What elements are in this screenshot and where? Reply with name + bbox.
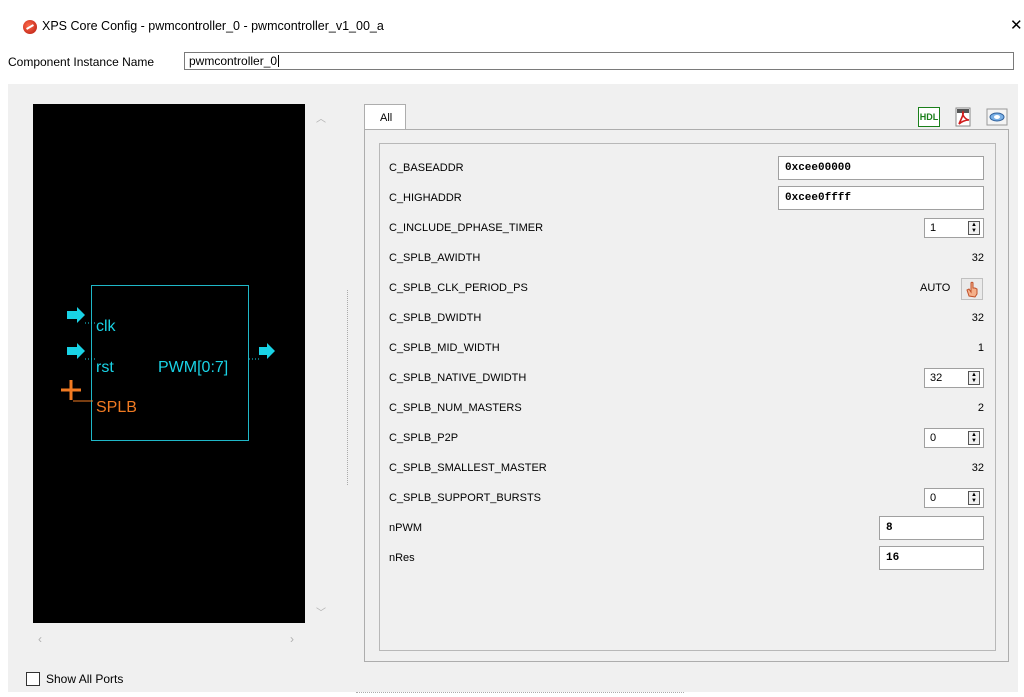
rst-port-label: rst [96,359,114,376]
instance-name-label: Component Instance Name [8,55,155,69]
param-value-spinner[interactable]: 0 ▲ ▼ [924,488,984,508]
param-name: nRes [389,552,415,564]
param-name: C_INCLUDE_DPHASE_TIMER [389,222,544,234]
spinner-value: 0 [930,492,937,504]
spinner-arrows-icon[interactable]: ▲ ▼ [968,221,980,235]
param-name: C_SPLB_CLK_PERIOD_PS [389,282,528,294]
param-row: C_BASEADDR 0xcee00000 [389,156,989,180]
param-value-text: 2 [977,402,984,414]
spinner-value: 32 [930,372,943,384]
param-row: C_SPLB_DWIDTH 32 [389,308,989,330]
param-value-spinner[interactable]: 0 ▲ ▼ [924,428,984,448]
param-row: C_SPLB_CLK_PERIOD_PS AUTO [389,278,989,300]
param-name: C_SPLB_SUPPORT_BURSTS [389,492,542,504]
spinner-arrows-icon[interactable]: ▲ ▼ [968,371,980,385]
param-row: C_INCLUDE_DPHASE_TIMER 1 ▲ ▼ [389,218,989,240]
spinner-value: 1 [930,222,937,234]
param-value-input[interactable]: 0xcee0ffff [778,186,984,210]
param-value-input[interactable]: 16 [879,546,984,570]
param-value-spinner[interactable]: 1 ▲ ▼ [924,218,984,238]
pwm-output-arrow-icon [249,343,275,360]
spinner-value: 0 [930,432,937,444]
param-row: C_HIGHADDR 0xcee0ffff [389,186,989,210]
param-name: C_SPLB_NATIVE_DWIDTH [389,372,527,384]
spinner-arrows-icon[interactable]: ▲ ▼ [968,491,980,505]
diagram-scroll-left-icon[interactable]: ‹ [38,632,42,646]
param-value-spinner[interactable]: 32 ▲ ▼ [924,368,984,388]
splb-port-label: SPLB [96,399,137,416]
vertical-splitter[interactable] [347,290,348,485]
param-name: C_SPLB_P2P [389,432,459,444]
diagram-scroll-right-icon[interactable]: › [290,632,294,646]
param-row: C_SPLB_P2P 0 ▲ ▼ [389,428,989,450]
rst-port-arrow-icon [67,343,95,360]
diagram-scroll-down-icon[interactable]: ﹀ [316,604,326,619]
hand-pointer-icon[interactable] [961,278,983,300]
param-name: C_SPLB_AWIDTH [389,252,481,264]
param-name: nPWM [389,522,422,534]
window-title: XPS Core Config - pwmcontroller_0 - pwmc… [42,19,384,33]
param-value-text: 32 [971,252,984,264]
param-value-text: 32 [971,462,984,474]
param-row: nRes 16 [389,546,989,570]
pwm-port-label: PWM[0:7] [158,359,228,376]
title-bar: XPS Core Config - pwmcontroller_0 - pwmc… [0,8,1024,45]
param-row: C_SPLB_NATIVE_DWIDTH 32 ▲ ▼ [389,368,989,390]
param-row: nPWM 8 [389,516,989,540]
param-value-input[interactable]: 8 [879,516,984,540]
block-diagram-svg: clk rst SPLB PWM[0:7] [61,285,275,441]
instance-name-row: Component Instance Name pwmcontroller_0 [0,46,1024,74]
splb-bus-plus-icon [61,380,93,402]
horizontal-splitter[interactable] [356,692,684,693]
param-name: C_BASEADDR [389,162,464,174]
param-name: C_SPLB_DWIDTH [389,312,482,324]
xps-app-icon [23,20,37,34]
show-all-ports-checkbox[interactable] [26,672,40,686]
tab-all-label: All [380,112,393,124]
diagram-scroll-up-icon[interactable]: ︿ [316,110,326,125]
block-diagram: clk rst SPLB PWM[0:7] [33,104,305,623]
link-icon[interactable] [986,107,1008,127]
param-name: C_SPLB_NUM_MASTERS [389,402,522,414]
param-value-input[interactable]: 0xcee00000 [778,156,984,180]
param-value-text: 32 [971,312,984,324]
pdf-datasheet-icon[interactable] [953,107,975,127]
param-row: C_SPLB_AWIDTH 32 [389,248,989,270]
clk-port-arrow-icon [67,307,95,324]
hdl-icon[interactable]: HDL [918,107,940,127]
param-row: C_SPLB_MID_WIDTH 1 [389,338,989,360]
param-row: C_SPLB_NUM_MASTERS 2 [389,398,989,420]
param-row: C_SPLB_SUPPORT_BURSTS 0 ▲ ▼ [389,488,989,510]
spinner-arrows-icon[interactable]: ▲ ▼ [968,431,980,445]
param-row: C_SPLB_SMALLEST_MASTER 32 [389,458,989,480]
param-name: C_SPLB_MID_WIDTH [389,342,500,354]
param-name: C_SPLB_SMALLEST_MASTER [389,462,547,474]
param-value-text: 1 [977,342,984,354]
param-name: C_HIGHADDR [389,192,462,204]
instance-name-input[interactable]: pwmcontroller_0 [184,52,1014,70]
close-icon[interactable]: ✕ [1010,16,1023,34]
param-auto-value: AUTO [920,282,951,294]
clk-port-label: clk [96,318,117,335]
show-all-ports-label: Show All Ports [46,672,124,686]
tab-all[interactable]: All [364,104,406,130]
